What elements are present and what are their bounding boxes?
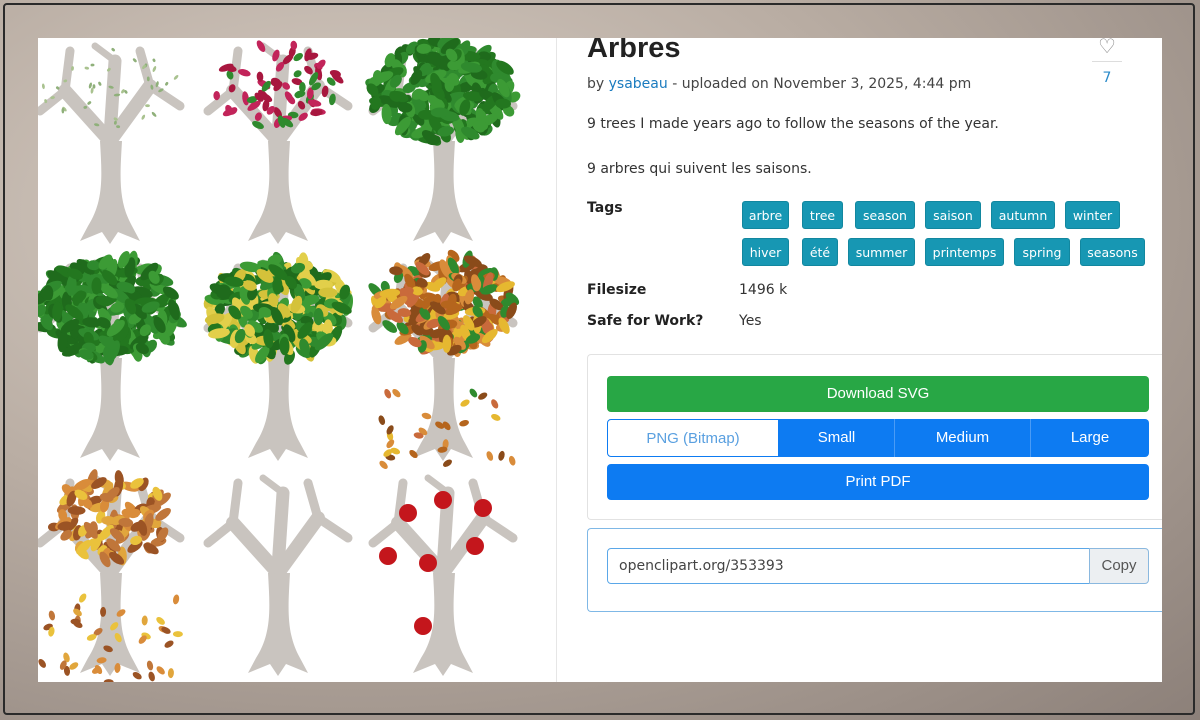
tag-autumn[interactable]: autumn: [991, 201, 1055, 229]
upload-date: - uploaded on November 3, 2025, 4:44 pm: [672, 76, 972, 92]
like-divider: [1092, 61, 1122, 62]
tree-2-trunk: [248, 141, 308, 244]
artwork-preview[interactable]: [38, 38, 557, 682]
like-count: 7: [1102, 70, 1112, 86]
heart-icon[interactable]: ♡: [1096, 38, 1118, 56]
share-panel: Copy: [587, 528, 1162, 612]
tag-saison[interactable]: saison: [925, 201, 981, 229]
tree-8-branches: [203, 474, 353, 580]
tag-tree[interactable]: tree: [802, 201, 843, 229]
tag-printemps[interactable]: printemps: [925, 238, 1004, 266]
tree-6-leaves: [368, 249, 520, 357]
tags-label: Tags: [587, 200, 623, 216]
tag-seasons[interactable]: seasons: [1080, 238, 1145, 266]
print-pdf-button[interactable]: Print PDF: [607, 464, 1149, 500]
page-title: Arbres: [587, 38, 681, 64]
tree-5-leaves: [203, 251, 354, 365]
filesize-value: 1496 k: [739, 282, 788, 298]
png-small-button[interactable]: Small: [779, 419, 895, 457]
tag-winter[interactable]: winter: [1065, 201, 1120, 229]
tree-1-trunk: [80, 141, 140, 244]
filesize-label: Filesize: [587, 282, 647, 298]
copy-button[interactable]: Copy: [1089, 548, 1149, 584]
tag-season[interactable]: season: [855, 201, 915, 229]
description-french: 9 arbres qui suivent les saisons.: [587, 161, 812, 177]
png-bitmap-button[interactable]: PNG (Bitmap): [607, 419, 779, 457]
tree-4-trunk: [80, 358, 140, 461]
like-widget[interactable]: ♡ 7: [1092, 38, 1122, 86]
sfw-label: Safe for Work?: [587, 313, 704, 329]
tree-4-leaves: [38, 250, 187, 366]
download-panel: Download SVG PNG (Bitmap) Small Medium L…: [587, 354, 1162, 520]
share-url-input[interactable]: [607, 548, 1090, 584]
tag-arbre[interactable]: arbre: [742, 201, 789, 229]
png-size-group: PNG (Bitmap) Small Medium Large: [607, 419, 1149, 457]
byline: by ysabeau - uploaded on November 3, 202…: [587, 76, 971, 92]
tag-spring[interactable]: spring: [1014, 238, 1070, 266]
sfw-value: Yes: [739, 313, 762, 329]
tree-7-trunk: [80, 573, 140, 676]
tag-ete[interactable]: été: [802, 238, 838, 266]
tree-5-trunk: [248, 358, 308, 461]
download-svg-button[interactable]: Download SVG: [607, 376, 1149, 412]
tree-8-trunk: [248, 573, 308, 676]
tree-2-blossoms: [213, 40, 344, 130]
description-english: 9 trees I made years ago to follow the s…: [587, 116, 999, 132]
byline-prefix: by: [587, 76, 605, 92]
tree-3-leaves: [365, 38, 521, 146]
png-medium-button[interactable]: Medium: [895, 419, 1031, 457]
author-link[interactable]: ysabeau: [609, 76, 668, 92]
tree-3-trunk: [413, 141, 473, 244]
tag-summer[interactable]: summer: [848, 238, 915, 266]
tag-hiver[interactable]: hiver: [742, 238, 789, 266]
tree-1-branches: [38, 42, 185, 148]
clipart-detail-page: Arbres ♡ 7 by ysabeau - uploaded on Nove…: [38, 38, 1162, 682]
trees-artwork: [38, 38, 521, 682]
png-large-button[interactable]: Large: [1031, 419, 1149, 457]
details-panel: Arbres ♡ 7 by ysabeau - uploaded on Nove…: [587, 38, 1162, 682]
